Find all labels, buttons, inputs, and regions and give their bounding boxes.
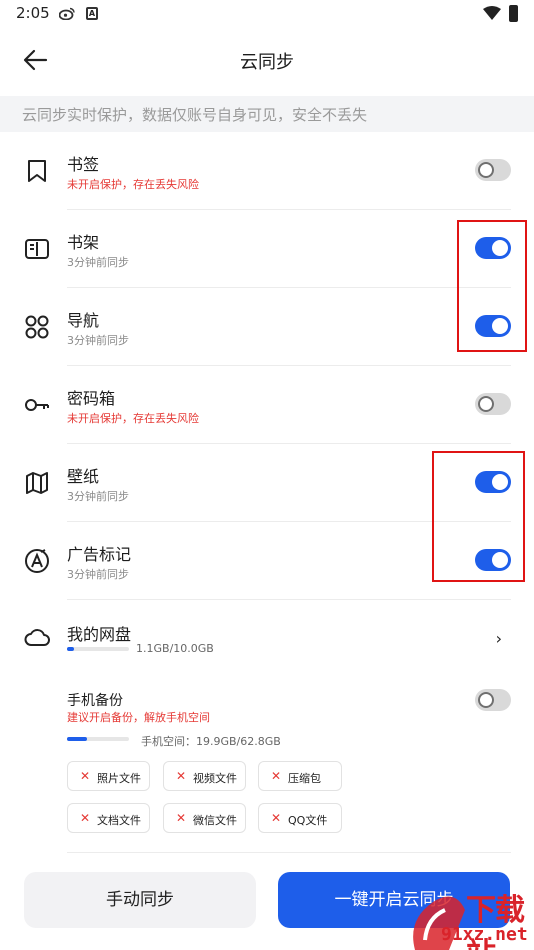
sync-row-bookshelf: 书架 3分钟前同步 [0,210,534,288]
row-subtitle: 3分钟前同步 [67,334,129,347]
row-subtitle: 3分钟前同步 [67,256,129,269]
chip-label: 文档文件 [97,814,141,827]
toggle-knob [478,396,494,412]
phone-backup-toggle[interactable] [475,689,511,711]
cloud-drive-title: 我的网盘 [67,625,132,644]
toggle-knob [478,692,494,708]
phone-backup-subtitle: 建议开启备份，解放手机空间 [67,711,210,724]
ad-mark-icon [25,549,49,573]
row-title: 导航 [67,311,100,330]
cross-icon: ✕ [271,811,282,825]
chip-label: 照片文件 [97,772,141,785]
cloud-drive-row[interactable]: 我的网盘 1.1GB/10.0GB › [0,600,534,670]
bookmarks-sync-toggle[interactable] [475,159,511,181]
row-subtitle: 未开启保护，存在丢失风险 [67,412,199,425]
phone-storage-text: 手机空间：19.9GB/62.8GB [141,735,281,748]
chip-label: 微信文件 [193,814,237,827]
row-subtitle: 3分钟前同步 [67,568,129,581]
chip-videos[interactable]: ✕ 视频文件 [163,761,246,791]
cross-icon: ✕ [80,769,91,783]
cloud-icon [24,629,50,646]
cross-icon: ✕ [176,811,187,825]
grid-circles-icon [25,315,49,339]
status-time: 2:05 [16,4,50,22]
highlight-box [457,220,527,352]
row-title: 书架 [67,233,100,252]
status-bar: 2:05 A [0,0,534,28]
bookmark-icon [28,160,46,182]
key-icon [25,399,49,411]
sync-row-password-vault: 密码箱 未开启保护，存在丢失风险 [0,366,534,444]
chip-archives[interactable]: ✕ 压缩包 [258,761,342,791]
watermark-url: 91xz.net [441,924,528,945]
phone-storage-fill [67,737,87,741]
phone-backup-title: 手机备份 [67,693,123,709]
wifi-icon [483,6,501,20]
cross-icon: ✕ [271,769,282,783]
password-vault-sync-toggle[interactable] [475,393,511,415]
chip-label: 压缩包 [288,772,321,785]
phone-storage-bar [67,737,129,741]
cross-icon: ✕ [176,769,187,783]
manual-sync-button[interactable]: 手动同步 [24,872,256,928]
chip-photos[interactable]: ✕ 照片文件 [67,761,150,791]
row-title: 壁纸 [67,467,100,486]
header: 云同步 [0,38,534,82]
row-subtitle: 未开启保护，存在丢失风险 [67,178,199,191]
drive-usage-bar [67,647,129,651]
sync-row-bookmarks: 书签 未开启保护，存在丢失风险 [0,132,534,210]
row-title: 密码箱 [67,389,116,408]
chevron-right-icon[interactable]: › [496,629,502,648]
drive-size-text: 1.1GB/10.0GB [136,642,214,655]
toggle-knob [478,162,494,178]
chip-label: QQ文件 [288,814,328,827]
divider [67,852,511,853]
cross-icon: ✕ [80,811,91,825]
row-title: 广告标记 [67,545,132,564]
a-notification-icon: A [86,7,98,20]
highlight-box [432,451,525,582]
info-banner-text: 云同步实时保护，数据仅账号自身可见，安全不丢失 [22,106,368,124]
weibo-icon [59,7,75,20]
battery-icon [509,5,518,22]
row-subtitle: 3分钟前同步 [67,490,129,503]
page-title: 云同步 [240,52,294,73]
map-icon [26,472,48,494]
row-title: 书签 [67,155,100,174]
info-banner: 云同步实时保护，数据仅账号自身可见，安全不丢失 [0,96,534,132]
chip-documents[interactable]: ✕ 文档文件 [67,803,150,833]
drive-usage-fill [67,647,74,651]
book-icon [25,239,49,259]
chip-wechat[interactable]: ✕ 微信文件 [163,803,246,833]
chip-qq[interactable]: ✕ QQ文件 [258,803,342,833]
chip-label: 视频文件 [193,772,237,785]
sync-row-navigation: 导航 3分钟前同步 [0,288,534,366]
